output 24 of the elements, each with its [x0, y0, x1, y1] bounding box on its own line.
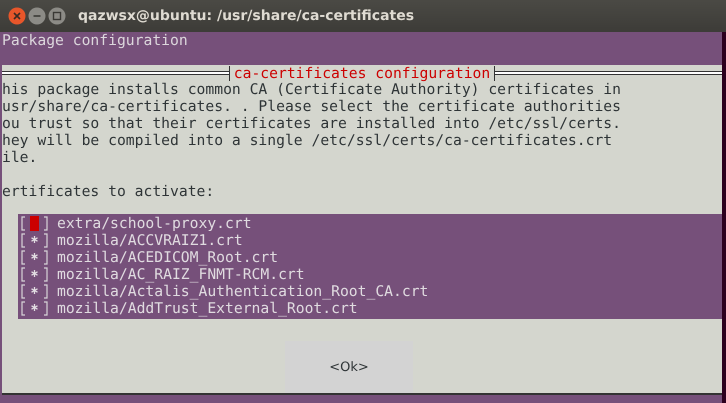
checkbox[interactable] — [21, 300, 48, 317]
certificate-item[interactable]: extra/school-proxy.crt — [57, 215, 252, 232]
window-title: qazwsx@ubuntu: /usr/share/ca-certificates — [78, 8, 414, 24]
description-line: ou trust so that their certificates are installed into /etc/ssl/certs. — [2, 115, 622, 132]
ok-button[interactable]: <Ok> — [285, 341, 413, 393]
certificate-item[interactable]: mozilla/Actalis_Authentication_Root_CA.crt — [57, 283, 428, 300]
checkbox[interactable] — [21, 266, 48, 283]
description-line: usr/share/ca-certificates. . Please select the certificate authorities — [2, 98, 622, 115]
checkbox[interactable] — [21, 232, 48, 249]
checkbox[interactable] — [21, 283, 48, 300]
description-line: his package installs common CA (Certificate Authority) certificates in — [2, 81, 622, 98]
prompt-text: ertificates to activate: — [2, 183, 216, 200]
checkbox[interactable] — [21, 249, 48, 266]
certificate-item[interactable]: mozilla/AC_RAIZ_FNMT-RCM.crt — [57, 266, 305, 283]
checkbox[interactable] — [21, 215, 48, 232]
description-line: ile. — [2, 149, 38, 166]
certificate-item[interactable]: mozilla/ACEDICOM_Root.crt — [57, 249, 278, 266]
certificate-item[interactable]: mozilla/AddTrust_External_Root.crt — [57, 300, 358, 317]
minimize-icon[interactable] — [28, 7, 46, 25]
maximize-icon[interactable] — [48, 7, 66, 25]
header-text: Package configuration — [2, 32, 188, 49]
certificate-item[interactable]: mozilla/ACCVRAIZ1.crt — [57, 232, 243, 249]
close-icon[interactable] — [8, 7, 26, 25]
description-line: hey will be compiled into a single /etc/ssl/certs/ca-certificates.crt — [2, 132, 614, 149]
